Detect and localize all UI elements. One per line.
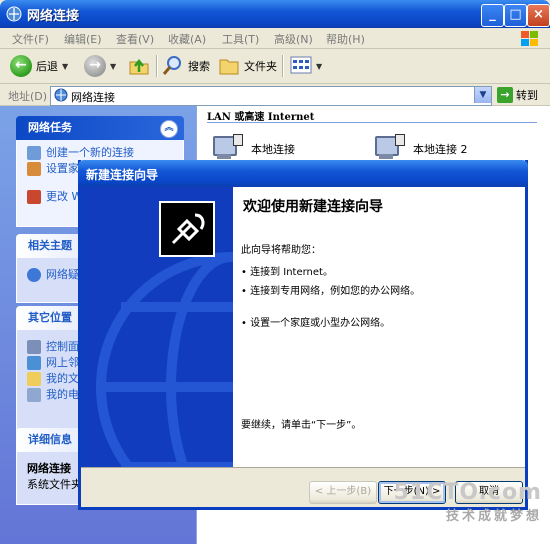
wizard-titlebar[interactable]: 新建连接向导: [78, 160, 528, 187]
menu-tools[interactable]: 工具(T): [222, 31, 259, 47]
wizard-bullet: • 连接到专用网络，例如您的办公网络。: [241, 286, 421, 297]
network-connections-icon: [6, 6, 22, 25]
network-cable-icon: [159, 201, 215, 257]
toolbar: ← 后退 ▼ → ▼ 搜索 文件夹 ▼: [0, 49, 550, 84]
network-connections-icon: [54, 88, 68, 105]
wizard-title: 新建连接向导: [86, 168, 159, 182]
chevron-down-icon[interactable]: ▼: [316, 62, 322, 71]
window-title: 网络连接: [27, 9, 80, 24]
wizard-content: 欢迎使用新建连接向导 此向导将帮助您： • 连接到 Internet。 • 连接…: [233, 187, 525, 467]
connection-name: 本地连接 2: [413, 143, 468, 156]
folders-label: 文件夹: [244, 60, 277, 73]
up-folder-icon: [128, 54, 150, 79]
create-connection-link[interactable]: 创建一个新的连接: [27, 146, 183, 160]
chevron-down-icon[interactable]: ▼: [474, 87, 491, 103]
network-tasks-header[interactable]: 网络任务 ︽: [16, 116, 184, 140]
close-button[interactable]: ×: [527, 4, 550, 27]
up-folder-button[interactable]: [128, 54, 150, 78]
collapse-chevron-icon[interactable]: ︽: [160, 120, 178, 138]
new-connection-icon: [27, 146, 41, 160]
computer-icon: [27, 388, 41, 402]
search-label: 搜索: [188, 60, 210, 73]
panel-title: 其它位置: [28, 311, 72, 324]
watermark-slogan: 技术成就梦想: [445, 509, 542, 524]
new-connection-wizard-dialog: 新建连接向导 欢迎使用新建连接向导 此向导将帮助您： • 连接到 Interne…: [78, 160, 528, 510]
maximize-button[interactable]: □: [504, 4, 527, 27]
address-value: 网络连接: [71, 91, 115, 104]
watermark: 51CTO.com 技术成就梦想: [394, 480, 542, 524]
network-places-icon: [27, 356, 41, 370]
forward-arrow-icon: →: [84, 55, 106, 77]
control-panel-icon: [27, 340, 41, 354]
home-network-icon: [27, 162, 41, 176]
menu-edit[interactable]: 编辑(E): [64, 31, 102, 47]
panel-title: 详细信息: [28, 433, 72, 446]
info-icon: [27, 268, 41, 282]
back-button[interactable]: ← 后退 ▼: [10, 54, 68, 78]
connection-name: 本地连接: [251, 143, 295, 156]
search-icon: [162, 54, 184, 79]
wizard-banner: [81, 187, 233, 467]
address-label: 地址(D): [8, 90, 48, 103]
go-label: 转到: [516, 89, 538, 102]
wizard-heading: 欢迎使用新建连接向导: [243, 199, 383, 215]
menu-view[interactable]: 查看(V): [116, 31, 154, 47]
group-divider: [207, 122, 537, 123]
menu-advanced[interactable]: 高级(N): [274, 31, 313, 47]
windows-logo-icon: [518, 29, 542, 48]
address-bar: 地址(D) 网络连接 ▼ → 转到: [0, 84, 550, 106]
views-button[interactable]: ▼: [290, 54, 322, 78]
chevron-down-icon[interactable]: ▼: [62, 62, 68, 71]
folders-button[interactable]: 文件夹: [218, 54, 277, 78]
documents-folder-icon: [27, 372, 41, 386]
firewall-icon: [27, 190, 41, 204]
forward-button[interactable]: → ▼: [84, 54, 116, 78]
toolbar-separator: [282, 55, 284, 77]
back-label: 后退: [36, 60, 58, 73]
menu-help[interactable]: 帮助(H): [326, 31, 365, 47]
panel-title: 网络任务: [28, 121, 72, 134]
search-button[interactable]: 搜索: [162, 54, 210, 78]
minimize-button[interactable]: _: [481, 4, 504, 27]
wizard-bullet: • 连接到 Internet。: [241, 267, 333, 278]
go-arrow-icon: →: [497, 87, 513, 103]
watermark-site: 51CTO.com: [393, 480, 542, 505]
address-input[interactable]: 网络连接 ▼: [50, 86, 492, 106]
wizard-bullet: • 设置一个家庭或小型办公网络。: [241, 318, 391, 329]
toolbar-separator: [156, 55, 158, 77]
menu-file[interactable]: 文件(F): [12, 31, 49, 47]
window-titlebar[interactable]: 网络连接 _ □ ×: [0, 0, 550, 28]
link-label: 创建一个新的连接: [46, 146, 134, 159]
go-button[interactable]: → 转到: [497, 86, 538, 104]
back-arrow-icon: ←: [10, 55, 32, 77]
folder-icon: [218, 54, 240, 79]
panel-title: 相关主题: [28, 239, 72, 252]
wizard-intro: 此向导将帮助您：: [241, 245, 321, 256]
views-icon: [290, 55, 312, 78]
menu-bar: 文件(F) 编辑(E) 查看(V) 收藏(A) 工具(T) 高级(N) 帮助(H…: [0, 28, 550, 49]
chevron-down-icon[interactable]: ▼: [110, 62, 116, 71]
back-button[interactable]: < 上一步(B): [309, 481, 377, 504]
group-header: LAN 或高速 Internet: [207, 112, 315, 123]
wizard-continue-text: 要继续，请单击“下一步”。: [241, 420, 362, 431]
menu-favorites[interactable]: 收藏(A): [168, 31, 206, 47]
